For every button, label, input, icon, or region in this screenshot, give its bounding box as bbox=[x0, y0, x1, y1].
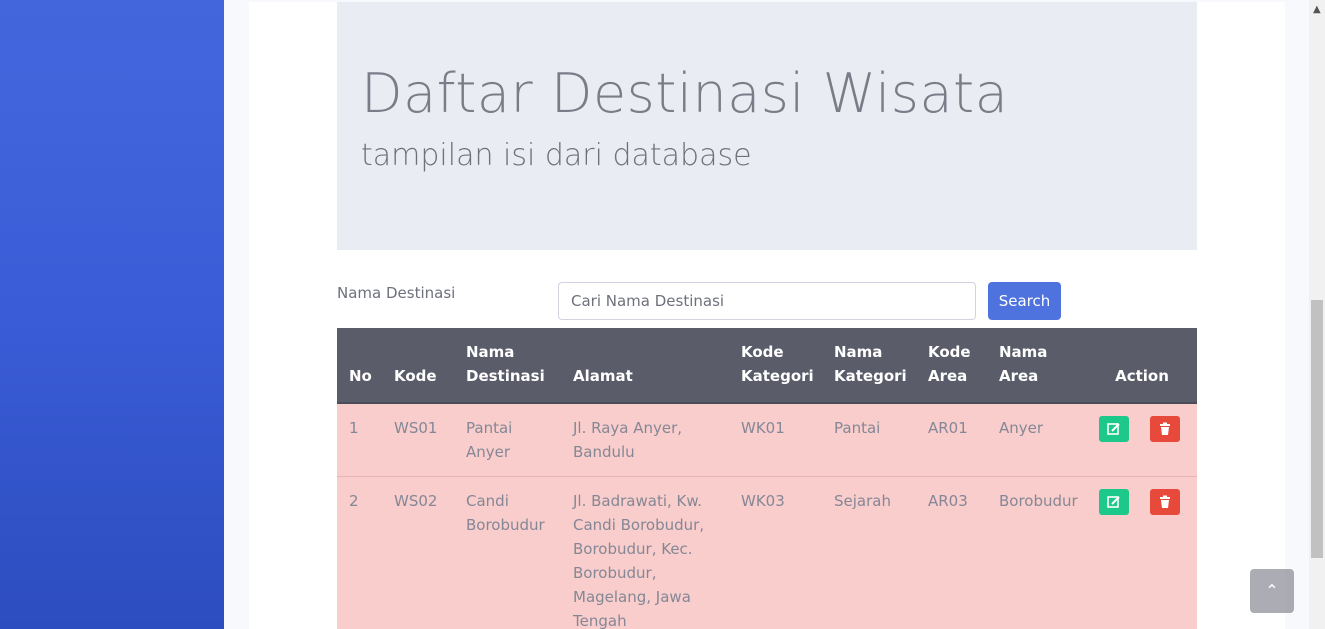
edit-button[interactable] bbox=[1099, 489, 1129, 515]
destinations-table: No Kode Nama Destinasi Alamat Kode Kateg… bbox=[337, 328, 1197, 629]
cell-nama-area: Anyer bbox=[987, 402, 1087, 477]
cell-no: 2 bbox=[337, 476, 382, 629]
cell-kode: WS01 bbox=[382, 402, 454, 477]
chevron-up-icon: ⌃ bbox=[1265, 581, 1279, 600]
delete-button[interactable] bbox=[1150, 416, 1180, 442]
cell-kode-kategori: WK01 bbox=[729, 402, 822, 477]
jumbotron bbox=[337, 2, 1197, 250]
cell-alamat: Jl. Raya Anyer, Bandulu bbox=[561, 402, 729, 477]
column-header-no: No bbox=[337, 328, 382, 404]
cell-nama-kategori: Pantai bbox=[822, 402, 916, 477]
cell-nama-area: Borobudur bbox=[987, 476, 1087, 629]
table-header-row: No Kode Nama Destinasi Alamat Kode Kateg… bbox=[337, 328, 1197, 404]
column-header-kode: Kode bbox=[382, 328, 454, 404]
cell-kode-area: AR03 bbox=[916, 476, 987, 629]
column-header-kode-kategori: Kode Kategori bbox=[729, 328, 822, 404]
scroll-up-arrow-icon[interactable]: ▲ bbox=[1313, 4, 1321, 15]
column-header-alamat: Alamat bbox=[561, 328, 729, 404]
cell-nama-destinasi: Candi Borobudur bbox=[454, 476, 561, 629]
cell-action bbox=[1087, 402, 1197, 477]
edit-button[interactable] bbox=[1099, 416, 1129, 442]
trash-icon bbox=[1160, 495, 1170, 508]
table-row: 1 WS01 Pantai Anyer Jl. Raya Anyer, Band… bbox=[337, 402, 1197, 477]
column-header-action: Action bbox=[1087, 328, 1197, 404]
cell-no: 1 bbox=[337, 402, 382, 477]
trash-icon bbox=[1160, 422, 1170, 435]
search-label: Nama Destinasi bbox=[337, 284, 456, 302]
cell-action bbox=[1087, 476, 1197, 629]
cell-nama-kategori: Sejarah bbox=[822, 476, 916, 629]
delete-button[interactable] bbox=[1150, 489, 1180, 515]
cell-kode-area: AR01 bbox=[916, 402, 987, 477]
scroll-to-top-button[interactable]: ⌃ bbox=[1250, 569, 1294, 613]
cell-alamat: Jl. Badrawati, Kw. Candi Borobudur, Boro… bbox=[561, 476, 729, 629]
destinations-table-container: No Kode Nama Destinasi Alamat Kode Kateg… bbox=[337, 328, 1197, 629]
sidebar bbox=[0, 0, 224, 629]
edit-icon bbox=[1107, 423, 1120, 435]
search-input[interactable] bbox=[558, 282, 976, 320]
column-header-nama-destinasi: Nama Destinasi bbox=[454, 328, 561, 404]
table-row: 2 WS02 Candi Borobudur Jl. Badrawati, Kw… bbox=[337, 476, 1197, 629]
edit-icon bbox=[1107, 496, 1120, 508]
page-subtitle: tampilan isi dari database bbox=[361, 138, 752, 173]
cell-kode-kategori: WK03 bbox=[729, 476, 822, 629]
cell-nama-destinasi: Pantai Anyer bbox=[454, 402, 561, 477]
column-header-nama-kategori: Nama Kategori bbox=[822, 328, 916, 404]
search-button[interactable]: Search bbox=[988, 282, 1061, 320]
scrollbar-thumb[interactable] bbox=[1311, 300, 1323, 558]
column-header-kode-area: Kode Area bbox=[916, 328, 987, 404]
column-header-nama-area: Nama Area bbox=[987, 328, 1087, 404]
page-title: Daftar Destinasi Wisata bbox=[361, 62, 1009, 125]
cell-kode: WS02 bbox=[382, 476, 454, 629]
